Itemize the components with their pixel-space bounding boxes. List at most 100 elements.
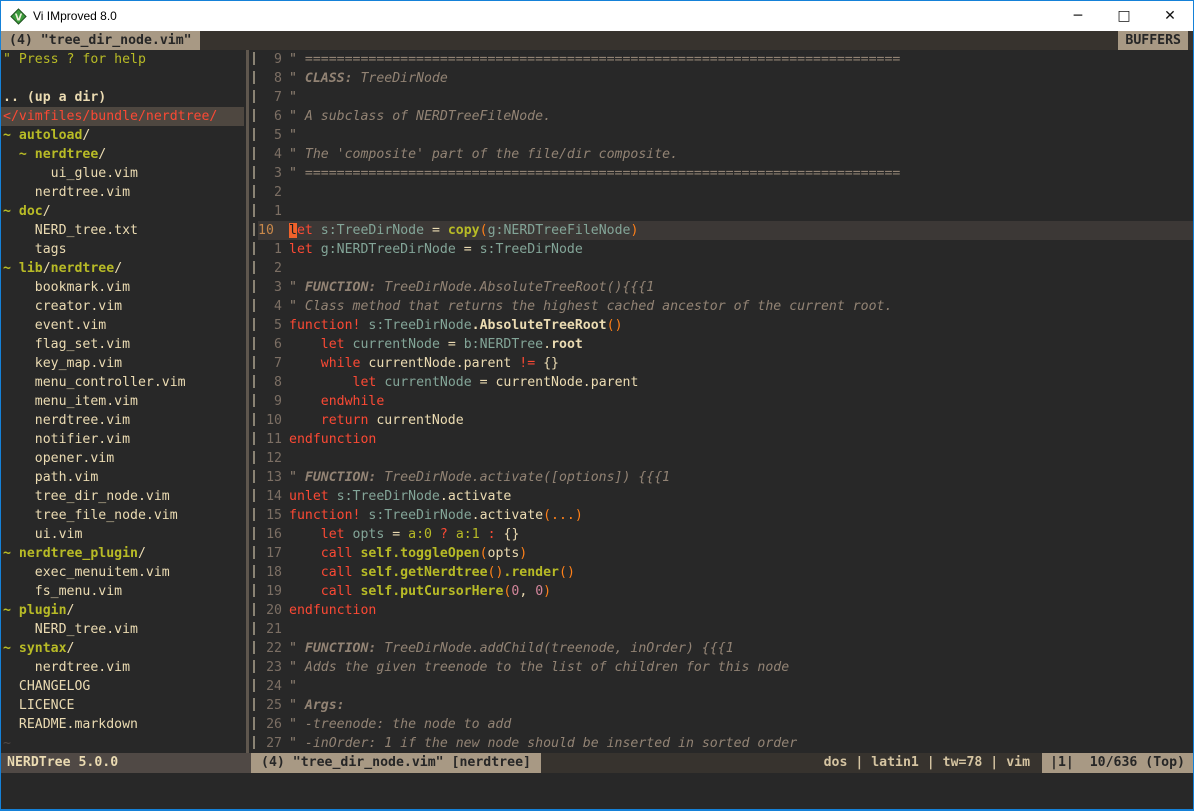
tree-item[interactable]: event.vim — [3, 316, 244, 335]
tab-current[interactable]: (4) "tree_dir_node.vim" — [1, 31, 200, 50]
code-line[interactable]: 21 — [258, 620, 1193, 639]
tree-item[interactable]: flag_set.vim — [3, 335, 244, 354]
code-line[interactable]: 22" FUNCTION: TreeDirNode.addChild(treen… — [258, 639, 1193, 658]
tree-item[interactable]: CHANGELOG — [3, 677, 244, 696]
syntax-f: nerdtree.vim — [3, 660, 130, 675]
code-line[interactable]: 6" A subclass of NERDTreeFileNode. — [258, 107, 1193, 126]
code-line[interactable]: 25" Args: — [258, 696, 1193, 715]
statusline-nerdtree[interactable]: NERDTree 5.0.0 — [1, 753, 251, 773]
line-text: " ======================================… — [289, 164, 900, 183]
tree-item[interactable]: ~ nerdtree_plugin/ — [3, 544, 244, 563]
tree-item[interactable]: menu_item.vim — [3, 392, 244, 411]
code-line[interactable]: 18 call self.getNerdtree().render() — [258, 563, 1193, 582]
code-line[interactable]: 16 let opts = a:0 ? a:1 : {} — [258, 525, 1193, 544]
minimize-button[interactable]: ─ — [1055, 1, 1101, 31]
split-separator-line — [246, 50, 249, 753]
code-line[interactable]: 8 let currentNode = currentNode.parent — [258, 373, 1193, 392]
code-line[interactable]: 1 — [258, 202, 1193, 221]
syntax-f: ui.vim — [3, 527, 82, 542]
code-line[interactable]: 6 let currentNode = b:NERDTree.root — [258, 335, 1193, 354]
syntax-p — [313, 223, 321, 238]
tree-item[interactable]: fs_menu.vim — [3, 582, 244, 601]
tree-item[interactable]: NERD_tree.txt — [3, 221, 244, 240]
tree-item[interactable] — [3, 69, 244, 88]
window-controls: ─ □ ✕ — [1055, 1, 1193, 31]
tree-item[interactable]: nerdtree.vim — [3, 183, 244, 202]
statusline-active-buffer[interactable]: (4) "tree_dir_node.vim" [nerdtree] — [251, 753, 541, 773]
code-line[interactable]: 1let g:NERDTreeDirNode = s:TreeDirNode — [258, 240, 1193, 259]
line-number: 8 — [258, 373, 282, 392]
tree-item[interactable]: menu_controller.vim — [3, 373, 244, 392]
code-line[interactable]: 7 while currentNode.parent != {} — [258, 354, 1193, 373]
tree-item[interactable]: ~ doc/ — [3, 202, 244, 221]
code-line[interactable]: 13" FUNCTION: TreeDirNode.activate([opti… — [258, 468, 1193, 487]
code-line[interactable]: 14unlet s:TreeDirNode.activate — [258, 487, 1193, 506]
syntax-f: bookmark.vim — [3, 280, 130, 295]
tree-item[interactable]: notifier.vim — [3, 430, 244, 449]
code-line[interactable]: 5" — [258, 126, 1193, 145]
code-line[interactable]: 24" — [258, 677, 1193, 696]
maximize-button[interactable]: □ — [1101, 1, 1147, 31]
syntax-k: let — [321, 527, 345, 542]
tree-item[interactable]: " Press ? for help — [3, 50, 244, 69]
tree-item[interactable]: nerdtree.vim — [3, 658, 244, 677]
tree-item[interactable]: exec_menuitem.vim — [3, 563, 244, 582]
tree-item[interactable]: creator.vim — [3, 297, 244, 316]
code-line[interactable]: 5function! s:TreeDirNode.AbsoluteTreeRoo… — [258, 316, 1193, 335]
code-line[interactable]: 23" Adds the given treenode to the list … — [258, 658, 1193, 677]
code-line[interactable]: 3" =====================================… — [258, 164, 1193, 183]
code-line[interactable]: 17 call self.toggleOpen(opts) — [258, 544, 1193, 563]
buffers-tab[interactable]: BUFFERS — [1118, 31, 1188, 50]
tree-item[interactable]: ~ syntax/ — [3, 639, 244, 658]
tree-item[interactable]: path.vim — [3, 468, 244, 487]
code-line[interactable]: 15function! s:TreeDirNode.activate(...) — [258, 506, 1193, 525]
tree-item[interactable]: ~ — [3, 734, 244, 753]
code-line[interactable]: 2 — [258, 259, 1193, 278]
syntax-f: NERD_tree.txt — [3, 223, 138, 238]
tree-item[interactable]: ~ lib/nerdtree/ — [3, 259, 244, 278]
tree-item[interactable]: opener.vim — [3, 449, 244, 468]
tree-item[interactable]: ui.vim — [3, 525, 244, 544]
tree-item[interactable]: ~ autoload/ — [3, 126, 244, 145]
tree-item[interactable]: bookmark.vim — [3, 278, 244, 297]
tree-item[interactable]: </vimfiles/bundle/nerdtree/ — [1, 107, 244, 126]
tree-item[interactable]: README.markdown — [3, 715, 244, 734]
tree-item[interactable]: .. (up a dir) — [3, 88, 244, 107]
code-line[interactable]: 10let s:TreeDirNode = copy(g:NERDTreeFil… — [258, 221, 1193, 240]
code-line[interactable]: 19 call self.putCursorHere(0, 0) — [258, 582, 1193, 601]
code-line[interactable]: 9" =====================================… — [258, 50, 1193, 69]
code-line[interactable]: 7" — [258, 88, 1193, 107]
syntax-c: " A subclass of NERDTreeFileNode. — [289, 109, 551, 124]
code-line[interactable]: 27" -inOrder: 1 if the new node should b… — [258, 734, 1193, 753]
syntax-c: " — [289, 641, 305, 656]
tree-item[interactable]: LICENCE — [3, 696, 244, 715]
tree-item[interactable]: ui_glue.vim — [3, 164, 244, 183]
tree-item[interactable]: ~ plugin/ — [3, 601, 244, 620]
syntax-k: endfunction — [289, 603, 376, 618]
code-line[interactable]: 3" FUNCTION: TreeDirNode.AbsoluteTreeRoo… — [258, 278, 1193, 297]
code-line[interactable]: 26" -treenode: the node to add — [258, 715, 1193, 734]
line-text: let s:TreeDirNode = copy(g:NERDTreeFileN… — [289, 221, 638, 240]
code-line[interactable]: 2 — [258, 183, 1193, 202]
syntax-p — [289, 546, 321, 561]
tree-item[interactable]: tags — [3, 240, 244, 259]
code-line[interactable]: 8" CLASS: TreeDirNode — [258, 69, 1193, 88]
command-line[interactable] — [1, 773, 1193, 809]
code-line[interactable]: 4" The 'composite' part of the file/dir … — [258, 145, 1193, 164]
tree-item[interactable]: key_map.vim — [3, 354, 244, 373]
syntax-s: / — [138, 546, 146, 561]
tree-item[interactable]: tree_file_node.vim — [3, 506, 244, 525]
code-line[interactable]: 11endfunction — [258, 430, 1193, 449]
tree-item[interactable]: NERD_tree.vim — [3, 620, 244, 639]
code-line[interactable]: 20endfunction — [258, 601, 1193, 620]
close-button[interactable]: ✕ — [1147, 1, 1193, 31]
window-divider[interactable] — [244, 50, 258, 753]
tree-item[interactable]: nerdtree.vim — [3, 411, 244, 430]
code-line[interactable]: 10 return currentNode — [258, 411, 1193, 430]
code-line[interactable]: 4" Class method that returns the highest… — [258, 297, 1193, 316]
code-line[interactable]: 9 endwhile — [258, 392, 1193, 411]
line-number: 16 — [258, 525, 282, 544]
code-line[interactable]: 12 — [258, 449, 1193, 468]
tree-item[interactable]: ~ nerdtree/ — [3, 145, 244, 164]
tree-item[interactable]: tree_dir_node.vim — [3, 487, 244, 506]
